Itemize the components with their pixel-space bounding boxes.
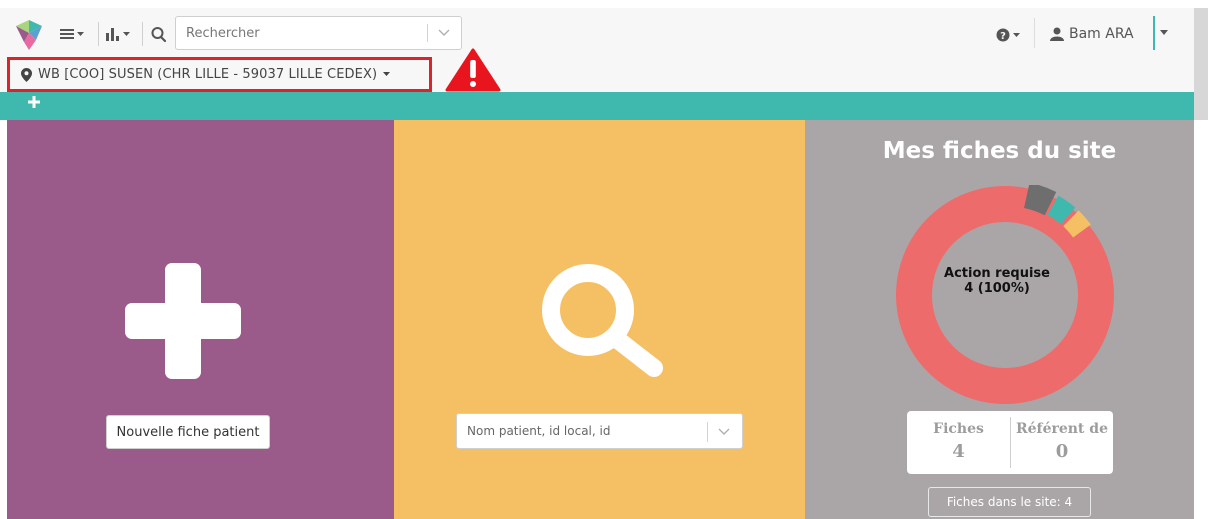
help-icon: ? [996,28,1010,42]
chevron-down-icon[interactable] [436,27,452,39]
patient-search-placeholder: Nom patient, id local, id [467,424,611,438]
toolbar-divider [98,22,99,46]
main-menu-button[interactable] [60,22,90,46]
user-name: Bam ARA [1069,26,1134,42]
app-root: ? Bam ARA WB [COO] SUSEN (CHR LILLE - 59… [0,0,1208,519]
toolbar-divider [1034,18,1035,48]
statistics-menu-button[interactable] [106,22,136,46]
toolbar-divider [142,22,143,46]
search-icon [151,27,167,43]
caret-down-icon [77,31,84,36]
select-divider [707,422,708,442]
menu-icon [60,29,74,39]
site-selector-label: WB [COO] SUSEN (CHR LILLE - 59037 LILLE … [38,67,378,82]
donut-slice-grey[interactable] [1023,185,1057,216]
caret-down-icon[interactable] [1160,30,1168,36]
stats-summary: Fiches 4 Référent de 0 [907,411,1113,474]
plus-icon[interactable] [28,96,40,108]
referent-value: 0 [1055,441,1069,462]
stats-icon [106,28,119,41]
donut-center-label: Action requise 4 (100%) [932,266,1062,296]
patient-search-select[interactable]: Nom patient, id local, id [456,413,743,449]
scrollbar[interactable] [1194,8,1208,120]
donut-slice-teal[interactable] [1047,195,1076,225]
user-icon [1050,27,1064,41]
caret-down-icon [383,72,391,76]
fiches-label: Fiches [933,421,984,437]
global-search-input[interactable] [176,17,426,49]
app-logo-icon[interactable] [12,20,46,50]
chevron-down-icon[interactable] [716,426,732,438]
search-patient-panel: Nom patient, id local, id [394,120,805,519]
top-edge [0,0,1208,8]
site-records-count-button[interactable]: Fiches dans le site: 4 [928,487,1091,517]
caret-down-icon [1013,32,1020,37]
plus-icon[interactable] [125,263,241,379]
panel-title: Mes fiches du site [882,138,1117,164]
search-divider [427,24,428,42]
referent-stat[interactable]: Référent de 0 [1010,417,1113,468]
donut-center-title: Action requise [944,266,1050,281]
fiches-value: 4 [952,441,965,462]
donut-center-value: 4 (100%) [964,281,1030,296]
magnifier-icon [542,264,663,377]
global-search-box[interactable] [175,16,462,50]
top-navbar: ? Bam ARA WB [COO] SUSEN (CHR LILLE - 59… [0,0,1208,92]
user-menu-accent [1153,16,1155,50]
new-patient-panel: Nouvelle fiche patient [7,120,394,519]
svg-text:?: ? [1000,31,1006,42]
warning-icon [445,48,501,92]
donut-slice-yellow[interactable] [1063,210,1091,238]
site-selector[interactable]: WB [COO] SUSEN (CHR LILLE - 59037 LILLE … [7,57,432,92]
map-pin-icon [21,67,32,82]
caret-down-icon [123,31,130,36]
user-menu-button[interactable]: Bam ARA [1050,22,1154,46]
site-records-panel: Mes fiches du site Action requise 4 (100… [805,120,1194,519]
help-menu-button[interactable]: ? [996,24,1028,46]
fiches-stat[interactable]: Fiches 4 [907,411,1010,474]
quick-actions-bar [0,92,1194,120]
new-patient-button[interactable]: Nouvelle fiche patient [106,415,270,449]
referent-label: Référent de [1016,421,1108,437]
